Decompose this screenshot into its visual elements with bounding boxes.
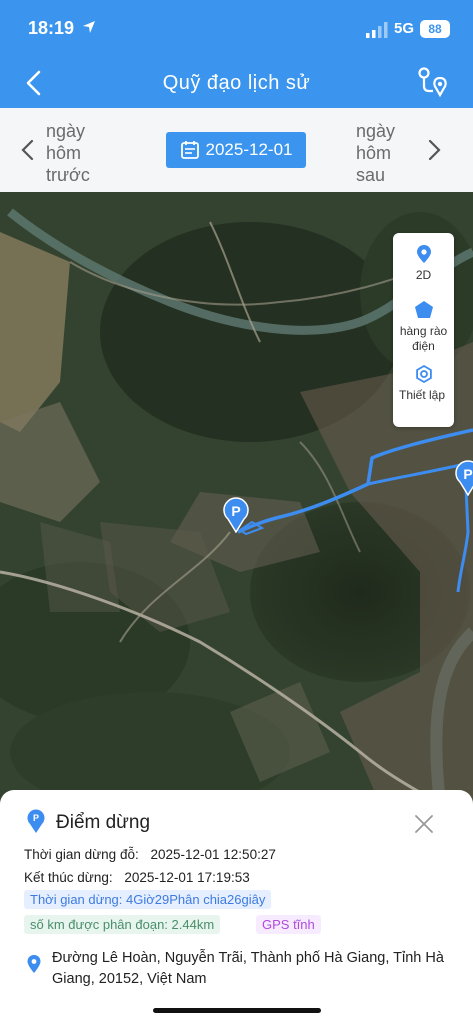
distance-chip: số km được phân đoạn: 2.44km [24, 915, 221, 934]
battery-indicator: 88 [420, 20, 450, 38]
stop-pin-label: P [33, 813, 39, 823]
view-mode-button[interactable]: 2D [393, 243, 454, 283]
route-icon [418, 67, 447, 98]
end-time-label: Kết thúc dừng: [24, 870, 113, 885]
settings-button[interactable]: Thiết lập [393, 363, 454, 403]
park-time-value: 2025-12-01 12:50:27 [150, 847, 276, 862]
duration-chip: Thời gian dừng: 4Giờ29Phân chia26giây [24, 890, 272, 909]
status-time: 18:19 [28, 18, 75, 38]
geofence-button[interactable]: hàng rào điện [393, 299, 454, 354]
parking-marker-icon[interactable]: P [454, 460, 473, 496]
geofence-icon [414, 301, 433, 318]
view-mode-label: 2D [415, 268, 432, 282]
network-type: 5G [394, 20, 415, 37]
calendar-icon [180, 141, 199, 159]
park-time-row: Thời gian dừng đỗ: 2025-12-01 12:50:27 [24, 847, 276, 862]
geofence-label: hàng rào điện [399, 324, 448, 353]
chevron-left-icon [20, 139, 34, 167]
status-bar: 18:19 5G 88 [0, 0, 473, 60]
selected-date: 2025-12-01 [205, 140, 293, 159]
park-time-label: Thời gian dừng đỗ: [24, 847, 139, 862]
stop-pin-icon: P [27, 809, 45, 833]
signal-icon [366, 22, 388, 38]
page-title: Quỹ đạo lịch sử [162, 72, 311, 94]
location-arrow-icon [83, 21, 95, 33]
route-button[interactable] [414, 64, 450, 100]
stop-address: Đường Lê Hoàn, Nguyễn Trãi, Thành phố Hà… [52, 950, 444, 987]
previous-day-button[interactable]: ngày hôm trước [20, 118, 130, 188]
map-tools-panel: 2D hàng rào điện Thiết lập [393, 233, 454, 427]
previous-day-label: ngày hôm trước [46, 121, 90, 185]
map-pin-icon [416, 245, 431, 263]
stop-detail-panel: P Điểm dừng Thời gian dừng đỗ: 2025-12-0… [0, 790, 473, 1024]
gps-status-chip: GPS tĩnh [256, 915, 321, 934]
parking-marker-label: P [231, 503, 240, 519]
end-time-value: 2025-12-01 17:19:53 [124, 870, 250, 885]
date-picker-button[interactable]: 2025-12-01 [166, 132, 306, 168]
end-time-row: Kết thúc dừng: 2025-12-01 17:19:53 [24, 870, 250, 885]
chevron-right-icon [428, 139, 442, 167]
close-icon[interactable] [412, 812, 436, 836]
header-bar: 18:19 5G 88 Quỹ đạo lịch sử [0, 0, 473, 108]
settings-label: Thiết lập [399, 388, 446, 402]
panel-title: Điểm dừng [56, 812, 151, 833]
parking-marker-icon[interactable]: P [222, 497, 250, 533]
parking-marker-label: P [463, 466, 472, 482]
next-day-button[interactable]: ngày hôm sau [356, 118, 456, 188]
location-icon [27, 955, 41, 973]
gear-icon [415, 364, 432, 384]
next-day-label: ngày hôm sau [356, 121, 396, 185]
home-indicator[interactable] [153, 1008, 321, 1013]
